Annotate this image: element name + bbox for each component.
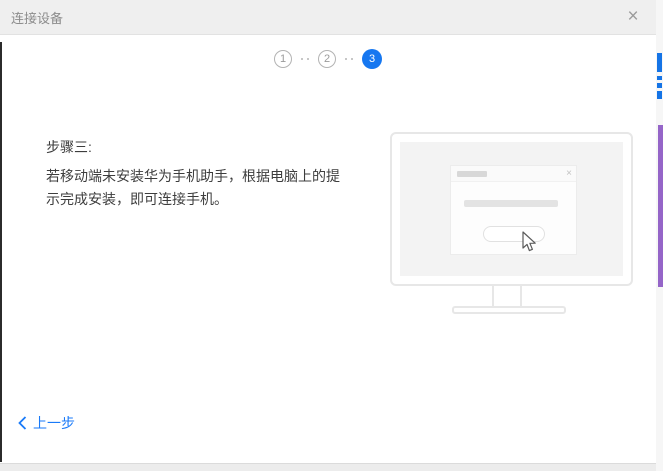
background-accent-purple-edge xyxy=(658,125,663,287)
background-accent-blue-edge xyxy=(657,91,662,99)
installer-titlebar: × xyxy=(451,166,576,182)
step-description: 若移动端未安装华为手机助手，根据电脑上的提示完成安装，即可连接手机。 xyxy=(46,168,340,207)
step-indicator: 1 2 3 xyxy=(0,48,656,70)
step-3-circle-active: 3 xyxy=(362,49,382,69)
step-heading: 步骤三: xyxy=(46,139,92,155)
monitor-screen: × xyxy=(400,142,623,276)
background-accent-blue-edge xyxy=(657,76,662,80)
mini-close-icon: × xyxy=(566,168,572,179)
monitor-stand-base xyxy=(452,306,566,314)
background-window-left-edge xyxy=(0,42,2,462)
screenshot-canvas: 连接设备 × 1 2 3 步骤三: 若移动端未安装华为手机助手，根据电脑上的提示… xyxy=(0,0,663,471)
installer-dialog-illustration: × xyxy=(450,165,577,255)
step-2-circle: 2 xyxy=(318,50,336,68)
background-accent-blue-edge xyxy=(657,53,662,72)
cursor-icon xyxy=(522,231,536,252)
monitor-stand-neck xyxy=(492,286,522,308)
back-button[interactable]: 上一步 xyxy=(18,413,75,433)
connect-device-dialog: 连接设备 × 1 2 3 步骤三: 若移动端未安装华为手机助手，根据电脑上的提示… xyxy=(0,0,656,463)
close-icon[interactable]: × xyxy=(616,0,650,34)
placeholder-title-bar xyxy=(457,171,487,177)
step-separator-dots xyxy=(343,58,355,60)
chevron-left-icon xyxy=(18,416,27,430)
back-button-label: 上一步 xyxy=(33,415,75,431)
background-accent-blue-edge xyxy=(657,83,662,88)
monitor-illustration: × xyxy=(390,132,633,286)
step-separator-dots xyxy=(299,58,311,60)
step-1-circle: 1 xyxy=(274,50,292,68)
dialog-titlebar: 连接设备 × xyxy=(0,0,656,35)
dialog-title: 连接设备 xyxy=(11,10,64,26)
placeholder-text-bar xyxy=(464,200,558,207)
